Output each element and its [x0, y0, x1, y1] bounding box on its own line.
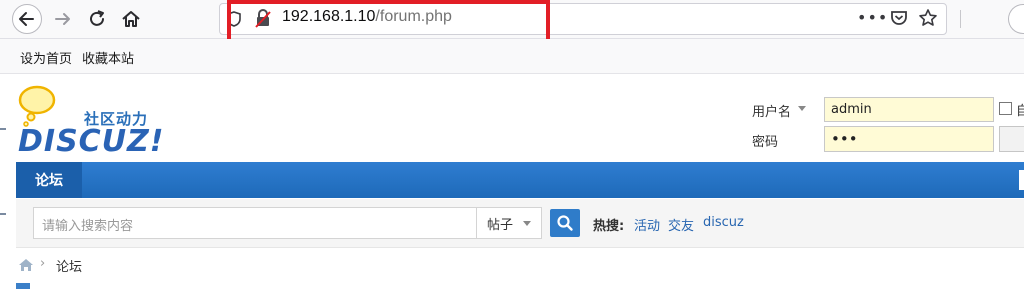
- chevron-down-icon: [523, 220, 532, 226]
- home-button[interactable]: [118, 6, 144, 32]
- remember-label: 自: [1016, 104, 1024, 119]
- breadcrumb-current[interactable]: 论坛: [56, 256, 82, 275]
- edge-artifact: [0, 213, 6, 215]
- back-arrow-icon: [19, 12, 34, 26]
- login-button[interactable]: [999, 126, 1024, 152]
- bookmark-set-homepage[interactable]: 设为首页: [20, 48, 72, 67]
- bookmarks-bar: [0, 39, 1024, 74]
- search-type-label: 帖子: [487, 217, 514, 233]
- search-input[interactable]: 请输入搜索内容: [33, 207, 477, 239]
- password-label: 密码: [752, 135, 779, 150]
- more-icon[interactable]: •••: [857, 8, 888, 27]
- forward-arrow-icon: [55, 13, 70, 25]
- home-icon[interactable]: [18, 257, 34, 276]
- stats-icon: [16, 283, 30, 289]
- back-button[interactable]: [12, 4, 42, 34]
- nav-edge-box: [1019, 170, 1024, 190]
- username-label: 用户名: [752, 105, 792, 120]
- pocket-icon[interactable]: [889, 8, 909, 32]
- reload-button[interactable]: [84, 6, 110, 32]
- edge-artifact: [0, 128, 6, 130]
- hot-link-discuz[interactable]: discuz: [703, 215, 744, 230]
- nav-tab-forum[interactable]: 论坛: [16, 162, 82, 198]
- search-type-select[interactable]: 帖子: [477, 207, 542, 239]
- caret-down-icon[interactable]: [798, 106, 806, 111]
- reload-icon: [90, 10, 104, 26]
- site-logo[interactable]: DISCUZ!: [18, 124, 164, 159]
- forward-button[interactable]: [50, 6, 76, 32]
- search-icon: [557, 215, 573, 231]
- bookmark-star-icon[interactable]: [918, 8, 938, 32]
- home-icon: [122, 11, 140, 27]
- search-button[interactable]: [550, 209, 580, 237]
- username-field[interactable]: admin: [824, 97, 994, 122]
- remember-checkbox[interactable]: [999, 102, 1012, 115]
- bookmark-add-favorite[interactable]: 收藏本站: [82, 48, 134, 67]
- breadcrumb-separator-icon: ›: [40, 256, 46, 271]
- toolbar-divider: [960, 10, 961, 28]
- nav-bar: [16, 162, 1024, 198]
- hot-link-activity[interactable]: 活动: [634, 215, 660, 234]
- hot-search-label: 热搜:: [593, 219, 625, 234]
- password-field[interactable]: •••: [824, 126, 994, 152]
- hot-link-friends[interactable]: 交友: [668, 215, 694, 234]
